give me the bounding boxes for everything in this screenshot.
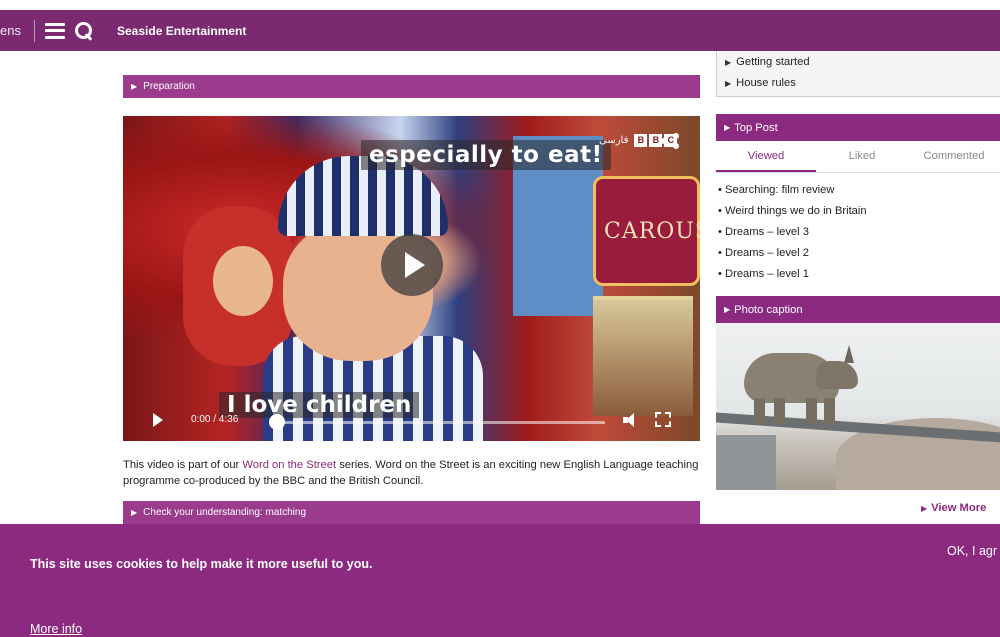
cookie-accept-button[interactable]: OK, I agr	[947, 544, 997, 558]
photo-caption-image[interactable]	[716, 323, 1000, 490]
photo-rhino-leg	[774, 398, 785, 424]
video-player[interactable]: CAROUS especially to eat! فارسی B B C I …	[123, 116, 700, 441]
share-icon[interactable]	[661, 133, 679, 149]
play-small-icon[interactable]	[153, 413, 163, 427]
list-item[interactable]: Weird things we do in Britain	[718, 201, 867, 222]
sidebar-link-label: House rules	[736, 77, 796, 89]
triangle-right-icon: ▶	[725, 79, 732, 88]
tab-liked[interactable]: Liked	[816, 141, 908, 172]
video-frame-carousel-sign: CAROUS	[593, 176, 700, 286]
video-frame-organ	[593, 296, 693, 416]
divider	[34, 19, 35, 42]
triangle-right-icon: ▶	[724, 305, 731, 314]
bbc-language: فارسی	[599, 135, 629, 146]
video-subtitle-top: especially to eat!	[361, 140, 611, 170]
sidebar-link-label: Getting started	[736, 56, 810, 68]
photo-rhino-leg	[754, 398, 765, 424]
photo-rhino-leg	[806, 398, 817, 424]
volume-icon[interactable]	[623, 413, 637, 427]
top-navigation-bar: ens Seaside Entertainment	[0, 10, 1000, 51]
photo-caption-title: Photo caption	[734, 303, 803, 316]
photo-caption-header[interactable]: ▶ Photo caption	[716, 296, 1000, 323]
video-description: This video is part of our Word on the St…	[123, 457, 700, 489]
preparation-label: Preparation	[143, 81, 195, 92]
triangle-right-icon: ▶	[131, 508, 138, 517]
cookie-banner: This site uses cookies to help make it m…	[0, 524, 1000, 637]
view-more-link[interactable]: ▶ View More	[921, 502, 986, 514]
top-post-list: Searching: film review Weird things we d…	[718, 180, 867, 285]
list-item[interactable]: Dreams – level 3	[718, 222, 867, 243]
search-icon[interactable]	[75, 21, 93, 40]
check-understanding-toggle[interactable]: ▶ Check your understanding: matching	[123, 501, 700, 524]
triangle-right-icon: ▶	[921, 504, 928, 513]
photo-rhino-head	[816, 361, 858, 389]
photo-rhino-horn	[844, 345, 854, 363]
list-item[interactable]: Dreams – level 2	[718, 243, 867, 264]
more-info-link[interactable]: More info	[30, 622, 82, 636]
sidebar-link-getting-started[interactable]: ▶ Getting started	[725, 52, 1000, 73]
progress-handle[interactable]	[269, 414, 285, 430]
fullscreen-icon[interactable]	[655, 412, 671, 427]
top-post-header[interactable]: ▶ Top Post	[716, 114, 1000, 141]
view-more-label: View More	[931, 502, 987, 514]
menu-icon[interactable]	[45, 22, 65, 39]
preparation-toggle[interactable]: ▶ Preparation	[123, 75, 700, 98]
list-item[interactable]: Searching: film review	[718, 180, 867, 201]
photo-rhino-leg	[824, 398, 835, 424]
video-frame-puppet-face	[213, 246, 273, 316]
play-icon[interactable]	[381, 234, 443, 296]
triangle-right-icon: ▶	[131, 82, 138, 91]
list-item[interactable]: Dreams – level 1	[718, 264, 867, 285]
tab-viewed[interactable]: Viewed	[716, 141, 816, 172]
video-time: 0:00 / 4:36	[191, 414, 239, 425]
check-understanding-label: Check your understanding: matching	[143, 507, 307, 518]
cookie-message: This site uses cookies to help make it m…	[30, 557, 373, 571]
description-text-start: This video is part of our	[123, 459, 243, 471]
triangle-right-icon: ▶	[724, 123, 731, 132]
photo-pillar	[716, 435, 776, 490]
truncated-nav-text[interactable]: ens	[0, 23, 30, 38]
word-on-the-street-link[interactable]: Word on the Street	[242, 459, 336, 471]
top-post-tabs: Viewed Liked Commented	[716, 141, 1000, 173]
bbc-letter: B	[634, 134, 648, 147]
sidebar-link-house-rules[interactable]: ▶ House rules	[725, 73, 1000, 94]
sidebar-links-box: ▶ Getting started ▶ House rules	[716, 51, 1000, 97]
video-controls: 0:00 / 4:36	[123, 400, 700, 440]
page: ens Seaside Entertainment ▶ Preparation …	[0, 0, 1000, 637]
tab-commented[interactable]: Commented	[908, 141, 1000, 172]
triangle-right-icon: ▶	[725, 58, 732, 67]
top-post-title: Top Post	[734, 121, 778, 134]
site-title[interactable]: Seaside Entertainment	[117, 24, 246, 38]
progress-track[interactable]	[275, 421, 605, 424]
